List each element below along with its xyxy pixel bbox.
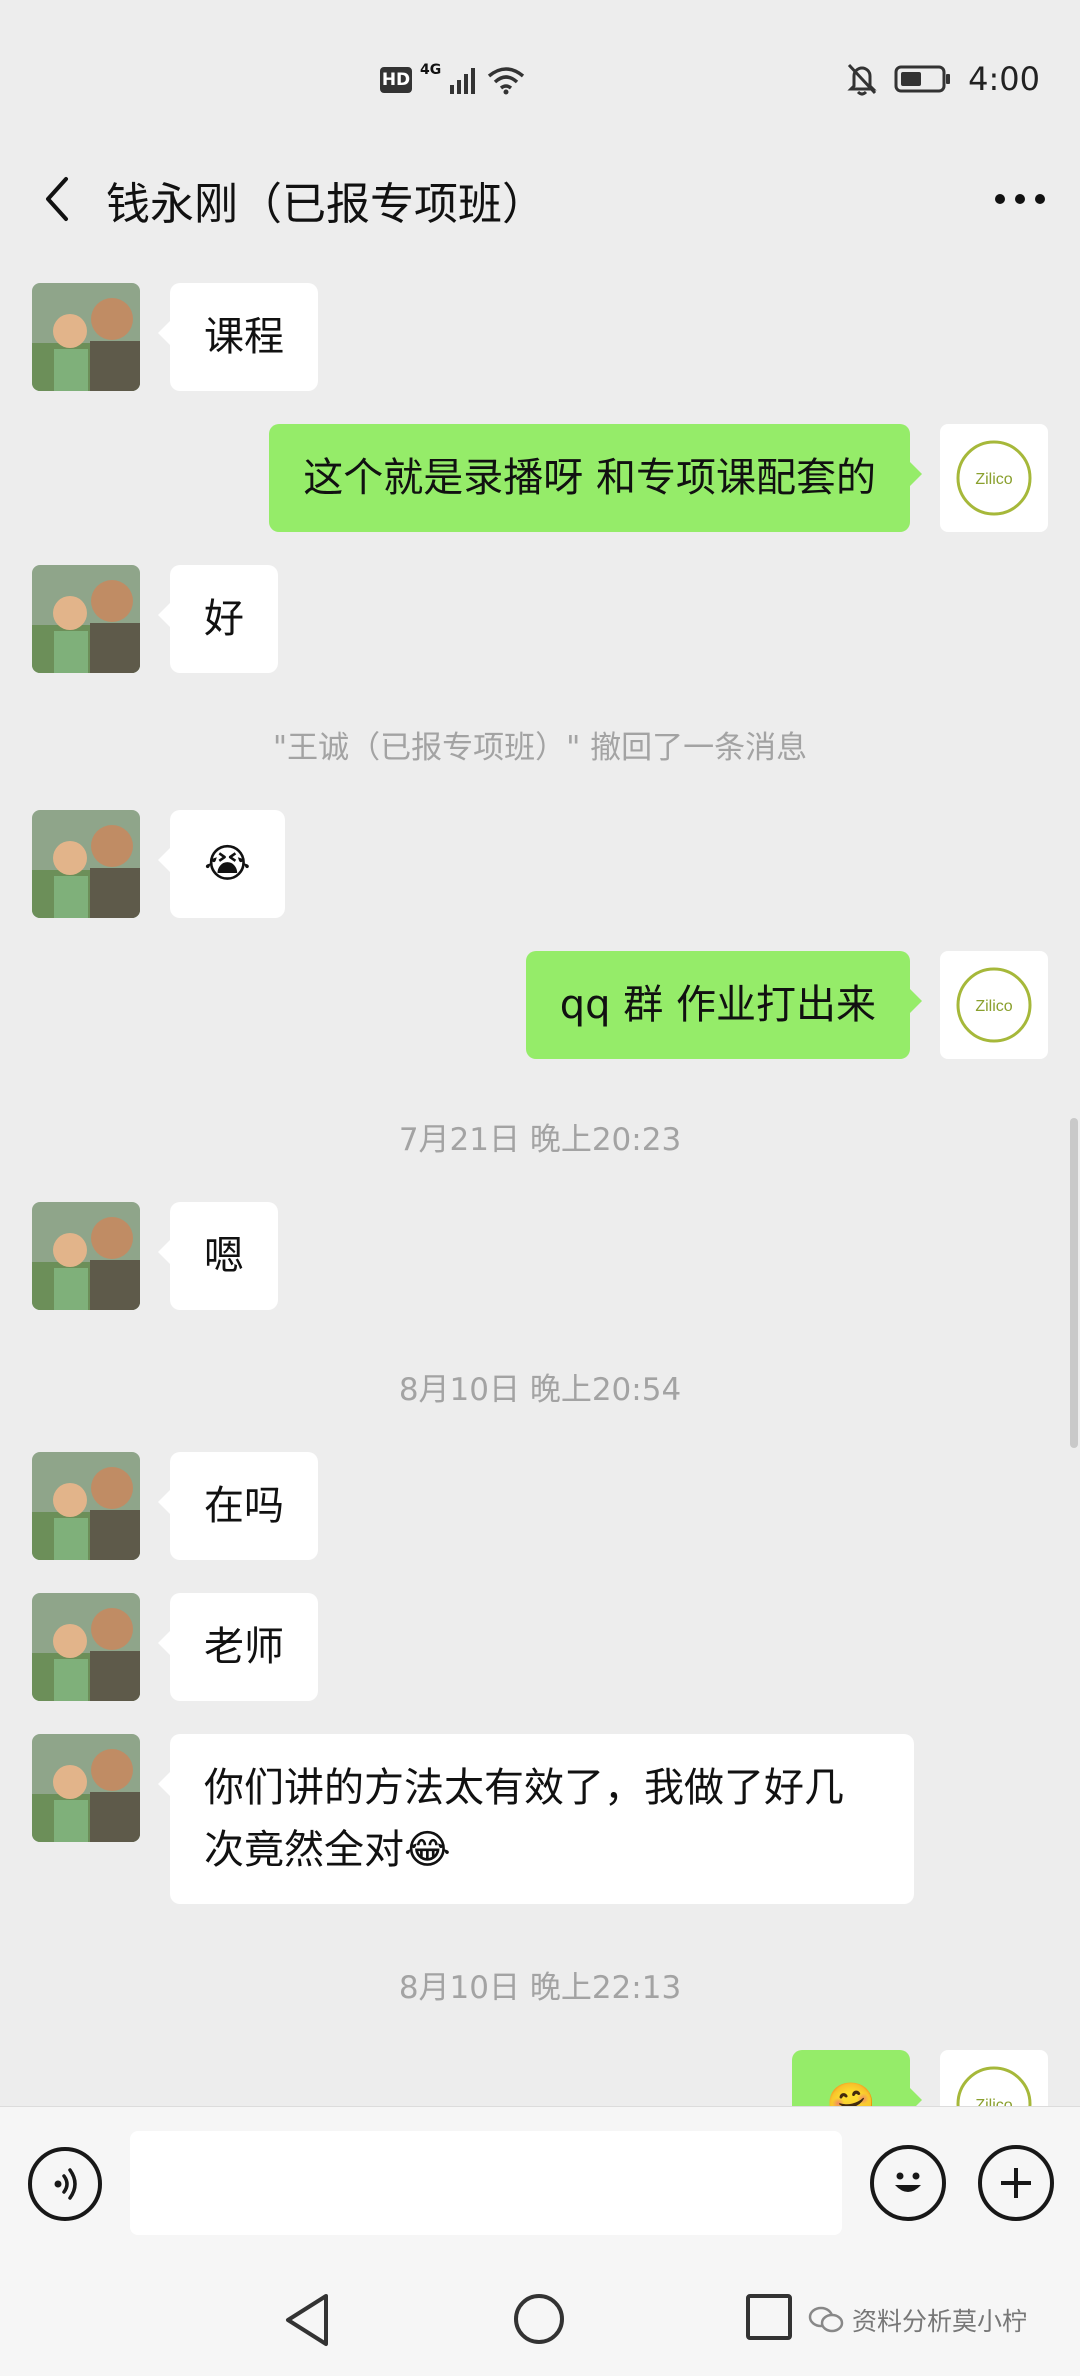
status-bar: HD 4G 4:00	[0, 0, 1080, 150]
svg-text:Zilico: Zilico	[975, 471, 1012, 488]
message-input[interactable]	[130, 2131, 842, 2235]
chat-title: 钱永刚（已报专项班）	[106, 179, 546, 230]
my-avatar[interactable]: Zilico	[940, 424, 1048, 532]
hd-badge: HD	[380, 67, 412, 93]
chat-header: 钱永刚（已报专项班）	[0, 150, 1080, 250]
watermark-text: 资料分析莫小柠	[852, 2307, 1028, 2336]
contact-avatar[interactable]	[32, 283, 140, 391]
plus-button[interactable]	[978, 2145, 1054, 2221]
incoming-message[interactable]: 😭	[158, 810, 285, 918]
incoming-message[interactable]: 在吗	[158, 1452, 318, 1560]
contact-avatar[interactable]	[32, 1734, 140, 1842]
scrollbar-thumb[interactable]	[1070, 1118, 1078, 1448]
outgoing-message[interactable]: 这个就是录播呀 和专项课配套的	[269, 424, 922, 532]
wechat-icon	[808, 2306, 844, 2333]
status-icons-right: 4:00	[846, 56, 1040, 102]
message-text: 你们讲的方法太有效了，我做了好几次竟然全对	[204, 1765, 844, 1873]
signal-icon	[450, 68, 476, 94]
more-icon	[995, 194, 1045, 204]
contact-avatar[interactable]	[32, 1452, 140, 1560]
back-button[interactable]	[22, 164, 92, 234]
incoming-message[interactable]: 课程	[158, 283, 318, 391]
nav-recent-icon[interactable]	[746, 2294, 792, 2340]
wifi-icon	[488, 67, 525, 95]
contact-avatar[interactable]	[32, 1202, 140, 1310]
battery-icon	[894, 65, 951, 93]
voice-icon	[54, 2168, 77, 2200]
incoming-message[interactable]: 你们讲的方法太有效了，我做了好几次竟然全对😂	[158, 1734, 914, 1904]
timestamp: 7月21日 晚上20:23	[398, 1122, 682, 1158]
status-icons-center: HD 4G	[380, 60, 525, 100]
more-button[interactable]	[980, 164, 1060, 234]
svg-text:Zilico: Zilico	[975, 998, 1012, 1015]
outgoing-message[interactable]: qq 群 作业打出来	[525, 951, 923, 1059]
back-arrow-icon	[46, 177, 68, 221]
plus-icon	[1001, 2168, 1031, 2198]
emoji-icon	[895, 2172, 921, 2192]
input-bar	[0, 2106, 1080, 2267]
voice-button[interactable]	[28, 2147, 102, 2221]
crying-emoji: 😭	[204, 841, 251, 887]
timestamp: 8月10日 晚上22:13	[398, 1970, 682, 2006]
contact-avatar[interactable]	[32, 1593, 140, 1701]
watermark: 资料分析莫小柠	[808, 2302, 1027, 2338]
incoming-message[interactable]: 老师	[158, 1593, 318, 1701]
status-time: 4:00	[968, 60, 1040, 98]
my-avatar[interactable]: Zilico	[940, 951, 1048, 1059]
recall-notice: "王诚（已报专项班）" 撤回了一条消息	[272, 730, 808, 766]
emoji-button[interactable]	[870, 2145, 946, 2221]
incoming-message[interactable]: 嗯	[158, 1202, 278, 1310]
brand-logo-icon: Zilico	[956, 440, 1032, 516]
bell-muted-icon	[847, 63, 877, 96]
laughing-emoji: 😂	[404, 1827, 451, 1873]
system-nav-bar: 资料分析莫小柠	[0, 2266, 1080, 2376]
incoming-message[interactable]: 好	[158, 565, 278, 673]
network-type: 4G	[420, 62, 442, 78]
contact-avatar[interactable]	[32, 565, 140, 673]
nav-home-icon[interactable]	[514, 2294, 564, 2344]
brand-logo-icon: Zilico	[956, 967, 1032, 1043]
contact-avatar[interactable]	[32, 810, 140, 918]
nav-back-icon[interactable]	[282, 2292, 332, 2348]
timestamp: 8月10日 晚上20:54	[398, 1372, 682, 1408]
